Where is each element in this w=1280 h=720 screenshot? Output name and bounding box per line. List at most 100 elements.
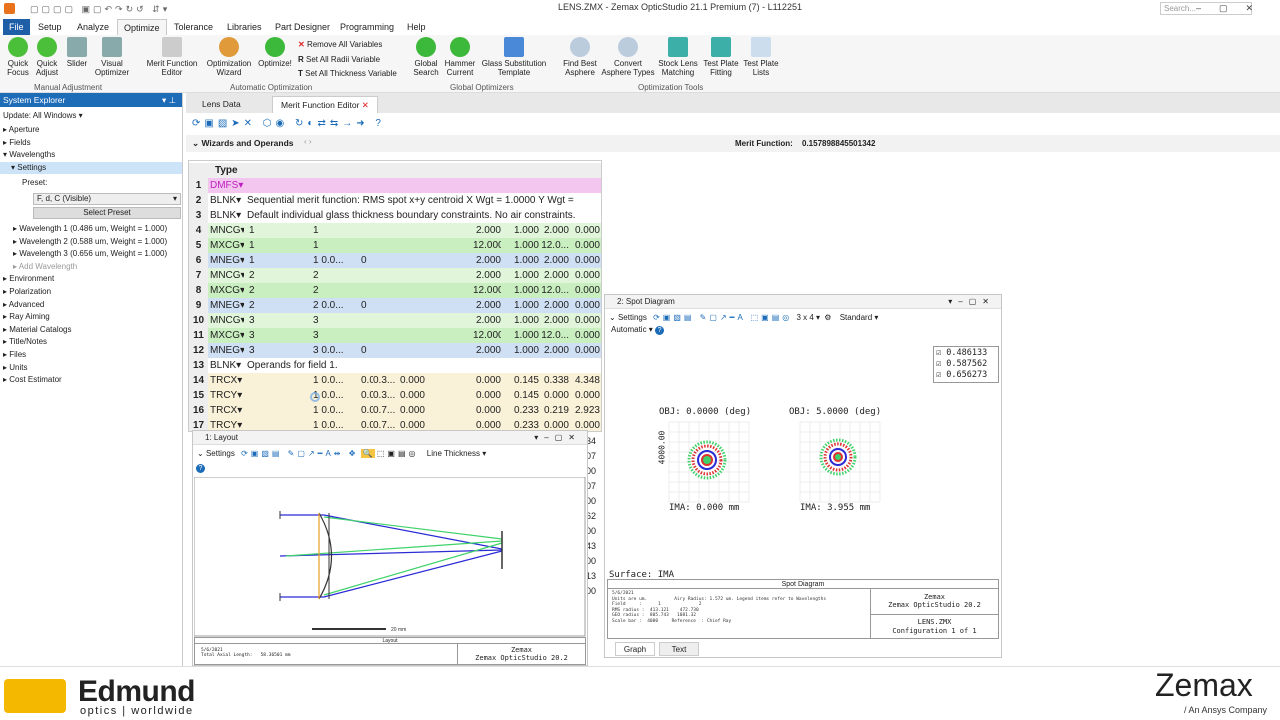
tab-text[interactable]: Text: [659, 642, 699, 656]
tree-add-wavelength[interactable]: ▸ Add Wavelength: [3, 261, 182, 274]
menu-optimize[interactable]: Optimize: [117, 19, 167, 35]
menu-libraries[interactable]: Libraries: [221, 19, 268, 35]
operand-cell[interactable]: 0.000: [541, 388, 569, 403]
tree-aperture[interactable]: ▸ Aperture: [3, 124, 182, 137]
tree-units[interactable]: ▸ Units: [3, 362, 182, 375]
operand-cell[interactable]: 0.0...: [361, 388, 373, 403]
tree-settings[interactable]: ▾ Settings: [0, 161, 182, 175]
operand-row[interactable]: 1 DMFS▾: [189, 178, 601, 193]
tab-graph[interactable]: Graph: [615, 642, 655, 656]
operand-cell[interactable]: 3: [313, 313, 343, 328]
operand-type-cell[interactable]: DMFS▾: [210, 178, 244, 193]
operand-cell[interactable]: 1: [313, 223, 343, 238]
operand-cell[interactable]: 0.000: [473, 403, 501, 418]
operand-row[interactable]: 6 MNEG▾ 1 1 0.0... 0 2.000 1.000 2.000 0.000: [189, 253, 601, 268]
operand-cell[interactable]: 2.000: [541, 313, 569, 328]
operand-cell[interactable]: 0.000: [572, 388, 600, 403]
operand-row[interactable]: 12 MNEG▾ 3 3 0.0... 0 2.000 1.000 2.000 0.000: [189, 343, 601, 358]
operand-cell[interactable]: 2.000: [541, 223, 569, 238]
operand-type-cell[interactable]: MNCG▾: [210, 268, 244, 283]
operand-cell[interactable]: 2: [313, 268, 343, 283]
set-all-thickness-variable-button[interactable]: T Set All Thickness Variable: [298, 67, 397, 82]
operand-type-cell[interactable]: TRCX▾: [210, 403, 244, 418]
operand-cell[interactable]: 1.000: [511, 268, 539, 283]
find-best-asphere-button[interactable]: Find Best Asphere: [562, 37, 598, 77]
tree-cost-estimator[interactable]: ▸ Cost Estimator: [3, 374, 182, 387]
grid-dropdown[interactable]: 3 x 4 ▾: [796, 313, 820, 322]
operand-cell[interactable]: 0.000: [397, 403, 425, 418]
line-thickness-dropdown[interactable]: Line Thickness ▾: [427, 449, 486, 458]
operand-cell[interactable]: 2.000: [541, 298, 569, 313]
tree-wavelength-1[interactable]: ▸ Wavelength 1 (0.486 um, Weight = 1.000…: [3, 223, 182, 236]
operand-type-cell[interactable]: MXCG▾: [210, 283, 244, 298]
window-controls[interactable]: –▢✕: [1196, 3, 1271, 14]
operand-cell[interactable]: 2.000: [473, 343, 501, 358]
operand-row[interactable]: 3 BLNK▾ Default individual glass thickness…: [189, 208, 601, 223]
comment-cell[interactable]: Sequential merit function: RMS spot x+y …: [247, 193, 601, 208]
operand-cell[interactable]: 12.0...: [541, 283, 569, 298]
operand-cell[interactable]: 1 0.0...: [313, 403, 343, 418]
operand-cell[interactable]: 4.348: [572, 373, 600, 388]
operand-type-cell[interactable]: TRCY▾: [210, 388, 244, 403]
help-icon[interactable]: ?: [655, 326, 665, 335]
operand-cell[interactable]: 0.145: [511, 373, 539, 388]
operand-cell[interactable]: 0.7...: [373, 403, 395, 418]
update-dropdown[interactable]: Update: All Windows ▾: [0, 107, 182, 124]
operand-cell[interactable]: 0.145: [511, 388, 539, 403]
stock-lens-matching-button[interactable]: Stock Lens Matching: [658, 37, 698, 77]
operand-cell[interactable]: 0.338: [541, 373, 569, 388]
operand-cell[interactable]: 1.000: [511, 328, 539, 343]
spot-tools[interactable]: ⟳▣▧▤ ✎▢↗━A ⬚▣▤◎: [653, 313, 792, 322]
operand-row[interactable]: 4 MNCG▾ 1 1 2.000 1.000 2.000 0.000: [189, 223, 601, 238]
operand-cell[interactable]: 0.000: [572, 343, 600, 358]
operand-cell[interactable]: 0.000: [572, 313, 600, 328]
operand-type-cell[interactable]: MNEG▾: [210, 343, 244, 358]
operand-type-cell[interactable]: BLNK▾: [210, 193, 244, 208]
operand-cell[interactable]: 2: [249, 298, 289, 313]
remove-all-variables-button[interactable]: ✕ Remove All Variables: [298, 38, 397, 53]
operand-cell[interactable]: 3: [249, 313, 289, 328]
tree-material-catalogs[interactable]: ▸ Material Catalogs: [3, 324, 182, 337]
tree-fields[interactable]: ▸ Fields: [3, 137, 182, 150]
operand-cell[interactable]: 0.219: [541, 403, 569, 418]
operand-cell[interactable]: 1.000: [511, 253, 539, 268]
operand-cell[interactable]: 3: [249, 328, 289, 343]
layout-tools[interactable]: ⟳▣▧▤ ✎▢↗━A⇹ ✥: [241, 449, 358, 458]
tree-title-notes[interactable]: ▸ Title/Notes: [3, 336, 182, 349]
operand-cell[interactable]: 1: [249, 238, 289, 253]
wizard-nav-arrows[interactable]: ‹ ›: [304, 137, 312, 146]
operand-cell[interactable]: 0.000: [572, 268, 600, 283]
window-buttons[interactable]: ▾–▢✕: [948, 295, 1001, 309]
menu-setup[interactable]: Setup: [32, 19, 68, 35]
operand-cell[interactable]: 1: [313, 238, 343, 253]
window-buttons[interactable]: ▾–▢✕: [534, 431, 587, 445]
operand-row[interactable]: 2 BLNK▾ Sequential merit function: RMS spo…: [189, 193, 601, 208]
operand-cell[interactable]: 0.3...: [373, 373, 395, 388]
wizards-toggle[interactable]: ⌄ Wizards and Operands: [192, 138, 294, 149]
operand-cell[interactable]: 2: [249, 283, 289, 298]
optimization-wizard-button[interactable]: Optimization Wizard: [203, 37, 255, 77]
pin-icon[interactable]: ▾ ⊥: [162, 93, 182, 107]
operand-cell[interactable]: 0.000: [397, 388, 425, 403]
test-plate-lists-button[interactable]: Test Plate Lists: [742, 37, 780, 77]
operand-cell[interactable]: 12.0...: [541, 238, 569, 253]
tree-environment[interactable]: ▸ Environment: [3, 273, 182, 286]
operand-cell[interactable]: 0.000: [572, 328, 600, 343]
tree-polarization[interactable]: ▸ Polarization: [3, 286, 182, 299]
operand-cell[interactable]: 0.000: [572, 223, 600, 238]
glass-substitution-button[interactable]: Glass Substitution Template: [480, 37, 548, 77]
operand-type-cell[interactable]: MXCG▾: [210, 238, 244, 253]
global-search-button[interactable]: Global Search: [412, 37, 440, 77]
settings-toggle[interactable]: ⌄ Settings: [197, 449, 235, 458]
operand-cell[interactable]: 2.000: [541, 343, 569, 358]
gear-icon[interactable]: ⚙: [824, 313, 831, 322]
mode-dropdown[interactable]: Standard ▾: [840, 313, 879, 322]
operand-cell[interactable]: 1.000: [511, 223, 539, 238]
tab-lens-data[interactable]: Lens Data: [194, 96, 249, 113]
menu-analyze[interactable]: Analyze: [71, 19, 115, 35]
operand-type-cell[interactable]: BLNK▾: [210, 208, 244, 223]
quick-focus-button[interactable]: Quick Focus: [4, 37, 32, 77]
operand-row[interactable]: 16TRCX▾1 0.0...0.0...0.7...0.0000.0000.2…: [189, 403, 601, 418]
operand-row[interactable]: 13 BLNK▾ Operands for field 1.: [189, 358, 601, 373]
quick-adjust-button[interactable]: Quick Adjust: [33, 37, 61, 77]
